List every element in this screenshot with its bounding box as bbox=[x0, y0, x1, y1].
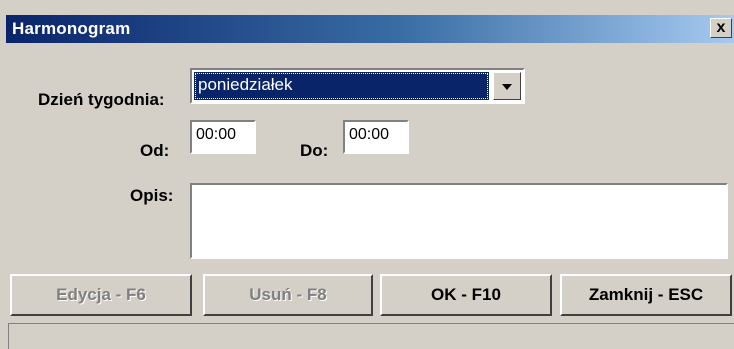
ok-button[interactable]: OK - F10 bbox=[380, 274, 552, 316]
to-time-input[interactable]: 00:00 bbox=[343, 120, 409, 154]
window-title: Harmonogram bbox=[12, 19, 131, 38]
dropdown-button[interactable] bbox=[493, 72, 521, 100]
to-label: Do: bbox=[300, 141, 329, 160]
from-label: Od: bbox=[140, 141, 170, 160]
from-time-input[interactable]: 00:00 bbox=[190, 120, 256, 154]
description-label: Opis: bbox=[130, 186, 174, 205]
status-bar bbox=[8, 323, 734, 349]
edit-button[interactable]: Edycja - F6 bbox=[10, 274, 192, 316]
delete-button[interactable]: Usuń - F8 bbox=[203, 274, 373, 316]
day-of-week-label: Dzień tygodnia: bbox=[38, 90, 165, 109]
chevron-down-icon bbox=[502, 84, 512, 90]
close-window-button[interactable]: x bbox=[710, 18, 732, 38]
day-of-week-value[interactable]: poniedziałek bbox=[194, 72, 489, 100]
close-icon: x bbox=[716, 19, 726, 36]
day-of-week-select[interactable]: poniedziałek bbox=[190, 68, 525, 104]
harmonogram-dialog: Harmonogram x Dzień tygodnia: poniedział… bbox=[0, 0, 734, 349]
title-bar[interactable]: Harmonogram x bbox=[6, 15, 734, 43]
close-button[interactable]: Zamknij - ESC bbox=[560, 274, 732, 316]
description-textarea[interactable] bbox=[190, 183, 728, 259]
